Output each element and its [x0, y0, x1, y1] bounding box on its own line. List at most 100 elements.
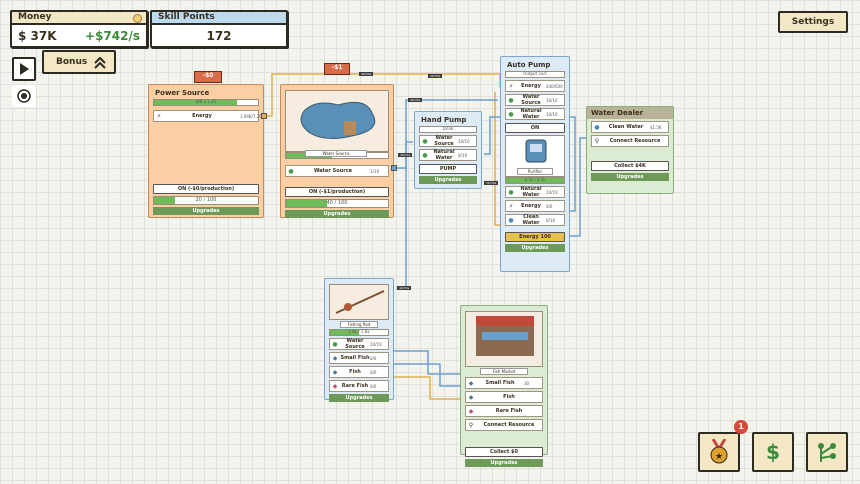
card-title: Auto Pump	[507, 61, 551, 69]
pump-button[interactable]: PUMP	[419, 164, 477, 174]
resource-row: ● Clean Water $1.5K	[591, 121, 669, 133]
auto-pump-card[interactable]: Auto Pump Output 5x/s ⚡ Energy 240/500 ● Wa…	[500, 56, 570, 272]
play-button[interactable]	[12, 57, 36, 81]
settings-button[interactable]: Settings	[778, 11, 848, 33]
resource-row: ● Water Source 10/10	[505, 94, 565, 106]
fish-market-image	[465, 311, 543, 367]
chevrons-up-icon	[94, 57, 106, 69]
level-label: 40 / 100	[326, 200, 348, 206]
droplet-icon: ●	[288, 167, 294, 175]
droplet-icon: ●	[422, 151, 428, 159]
resource-value: 0/0	[370, 355, 377, 361]
production-toggle[interactable]: ON (-$0/production)	[153, 184, 259, 194]
droplet-icon: ●	[508, 110, 514, 118]
upgrades-button[interactable]: Upgrades	[419, 176, 477, 184]
droplet-icon: ●	[508, 96, 514, 104]
connect-resource-row[interactable]: ⚲ Connect Resource	[465, 419, 543, 431]
skill-title: Skill Points	[152, 12, 286, 25]
record-button[interactable]	[12, 85, 36, 107]
resource-row: ◆ Small Fish 30	[465, 377, 543, 389]
progress-bar: 8/8 x 1.25	[153, 99, 259, 106]
water-dealer-card[interactable]: Water Dealer ● Clean Water $1.5K ⚲ Connect …	[586, 106, 674, 194]
resource-row: ⚡ Energy 240/500	[505, 80, 565, 92]
notification-badge: 1	[734, 420, 748, 434]
resource-row: ◆ Fish	[465, 391, 543, 403]
resource-name: Rare Fish	[495, 408, 523, 414]
progress-bar: 4.5k / 4.5k	[505, 177, 565, 184]
skill-value: 172	[206, 29, 232, 43]
resource-row: ● Clean Water 0/10	[505, 214, 565, 226]
medal-icon: ★	[710, 439, 728, 464]
achievements-button[interactable]: ★	[698, 432, 740, 472]
level-bar: 40 / 100	[285, 199, 389, 208]
dollar-icon: $	[766, 440, 780, 464]
resource-row-water-source: ● Water Source 1/10	[285, 165, 389, 177]
money-title: Money	[12, 12, 146, 25]
connection-wires	[266, 73, 588, 400]
droplet-icon: ●	[508, 188, 514, 196]
level-label: 20 / 100	[195, 197, 217, 203]
wire-label: 4K/30s	[397, 286, 412, 290]
collect-button[interactable]: Collect $0	[465, 447, 543, 457]
bonus-label: Bonus	[56, 57, 88, 67]
target-icon	[17, 89, 31, 103]
money-rate: +$742/s	[85, 29, 140, 43]
upgrades-button[interactable]: Upgrades	[153, 207, 259, 215]
upgrades-button[interactable]: Upgrades	[329, 394, 389, 402]
market-stall-icon	[476, 316, 534, 356]
upgrades-button[interactable]: Upgrades	[285, 210, 389, 218]
image-label: Purifier	[516, 168, 554, 175]
resource-value: 0/0	[546, 203, 553, 209]
fish-icon: ◆	[332, 368, 338, 376]
water-source-card[interactable]: 0.7x / 0.7x Water Source ●Water Source1/…	[280, 84, 397, 218]
output-socket[interactable]	[261, 113, 267, 119]
droplet-icon: ●	[508, 216, 514, 224]
wire-label: 4K/30s	[428, 74, 443, 78]
bonus-button[interactable]: Bonus	[42, 50, 116, 74]
cost-tag: -$0	[194, 71, 222, 83]
resource-row: ● Natural Water 0/10	[419, 149, 477, 161]
resource-name: Fish	[349, 369, 361, 375]
production-toggle[interactable]: ON	[505, 123, 565, 133]
resource-value: 10/10	[546, 189, 558, 195]
skill-points-panel: Skill Points 172	[150, 10, 288, 48]
rare-fish-icon: ◆	[468, 407, 474, 415]
power-source-card[interactable]: Power Source 8/8 x 1.25 ⚡ Energy 1.94K/7.2…	[148, 84, 267, 218]
upgrades-button[interactable]: Upgrades	[591, 173, 669, 181]
resource-name: Water Source	[434, 135, 454, 147]
resource-row: ● Water Source 10/10	[329, 338, 389, 350]
connect-resource-row[interactable]: ⚲ Connect Resource	[591, 135, 669, 147]
upgrades-button[interactable]: Upgrades	[505, 244, 565, 252]
fishing-rod-card[interactable]: Fishing Rod 1.8x / 1.8x ● Water Source 10/…	[324, 278, 394, 402]
purifier-icon	[525, 139, 547, 163]
pond-icon	[300, 101, 376, 139]
skill-tree-button[interactable]	[806, 432, 848, 472]
energy-button[interactable]: Energy 100	[505, 232, 565, 242]
resource-row: ◆ Rare Fish 0/0	[329, 380, 389, 392]
card-title: Water Dealer	[587, 107, 673, 119]
fish-market-card[interactable]: Fish Market ◆ Small Fish 30 ◆ Fish ◆ Rare Fi…	[460, 305, 548, 467]
output-socket[interactable]	[391, 165, 397, 171]
wire-water-3	[397, 168, 407, 289]
hand-pump-card[interactable]: Hand Pump Drink ● Water Source 10/10 ● Natu…	[414, 111, 482, 189]
resource-row: ⚡ Energy 0/0	[505, 200, 565, 212]
resource-value: 30	[524, 380, 530, 386]
resource-name: Fish	[503, 394, 515, 400]
wire-label: 4K/30s	[408, 98, 423, 102]
resource-name: Water Source	[313, 168, 353, 174]
resource-value: 10/10	[546, 97, 558, 103]
upgrades-button[interactable]: Upgrades	[465, 459, 543, 467]
shop-button[interactable]: $	[752, 432, 794, 472]
wire-fish-1	[394, 350, 460, 375]
collect-button[interactable]: Collect $4K	[591, 161, 669, 171]
resource-name: Water Source	[345, 338, 365, 350]
production-toggle[interactable]: ON (-$1/production)	[285, 187, 389, 197]
resource-value: $1.5K	[650, 124, 662, 130]
wire-label: 1K/30s	[484, 181, 499, 185]
bar-label: 8/8 x 1.25	[195, 99, 217, 104]
fish-icon: ◆	[468, 379, 474, 387]
svg-text:★: ★	[715, 452, 723, 462]
resource-name: Connect Resource	[483, 422, 535, 428]
coin-icon	[133, 14, 142, 23]
money-value: $ 37K	[18, 29, 57, 43]
